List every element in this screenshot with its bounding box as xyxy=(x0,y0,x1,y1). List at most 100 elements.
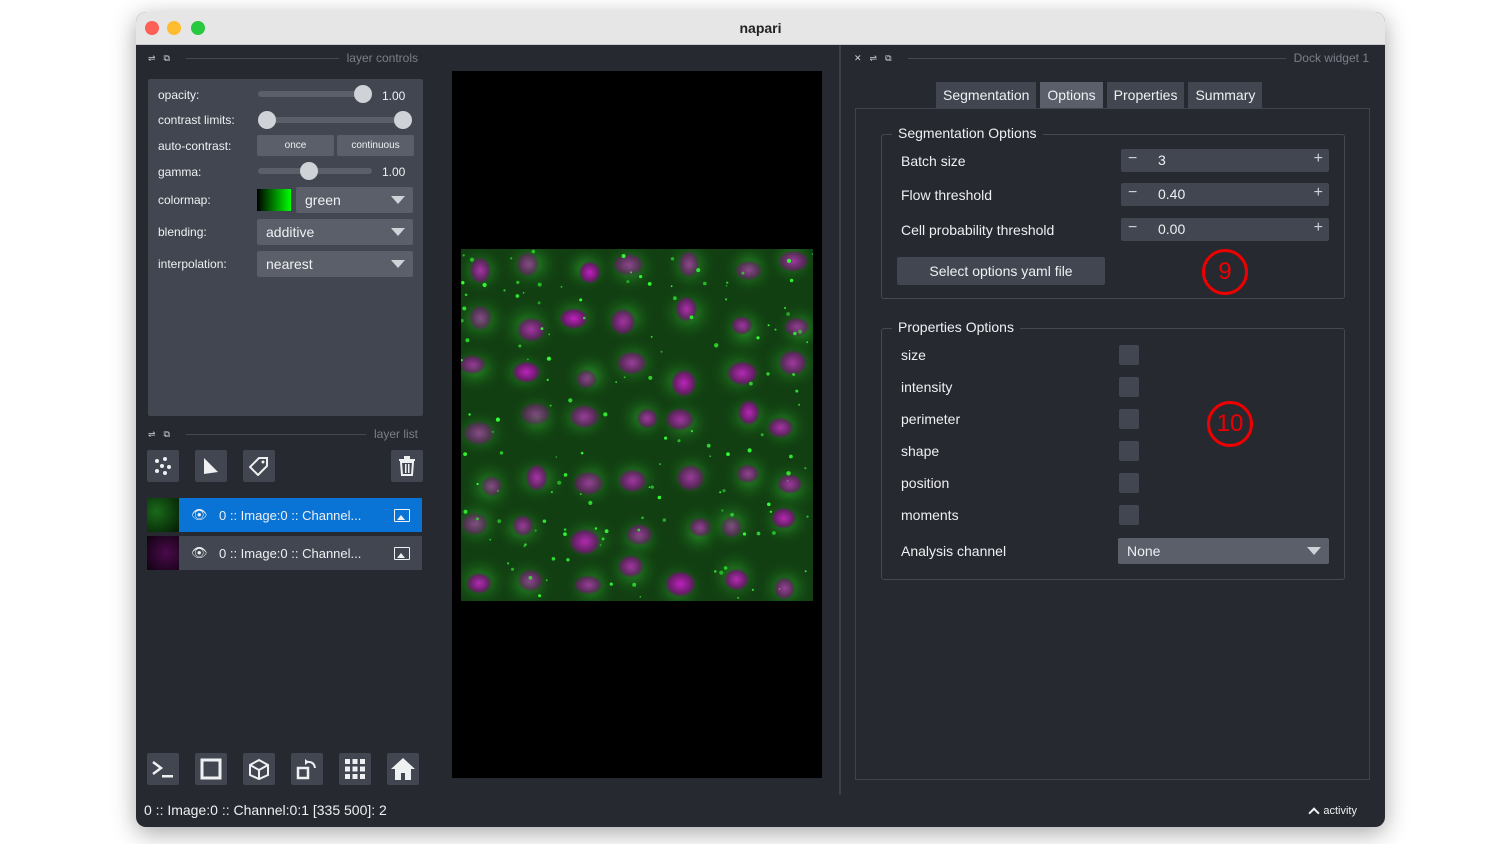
eye-icon[interactable]: 👁 xyxy=(191,545,209,561)
cell-probability-spinbox[interactable]: − 0.00 + xyxy=(1121,218,1329,241)
property-shape-checkbox[interactable] xyxy=(1119,441,1139,461)
layer-name: 0 :: Image:0 :: Channel... xyxy=(219,545,362,561)
gamma-slider-handle[interactable] xyxy=(300,162,318,180)
flow-threshold-spinbox[interactable]: − 0.40 + xyxy=(1121,183,1329,206)
minus-icon[interactable]: − xyxy=(1128,219,1137,237)
property-size-label: size xyxy=(901,347,926,363)
properties-options-title: Properties Options xyxy=(892,319,1020,335)
tab-options[interactable]: Options xyxy=(1040,82,1103,108)
contrast-min-handle[interactable] xyxy=(258,111,276,129)
flow-threshold-value: 0.40 xyxy=(1158,186,1186,202)
layer-list-title: layer list xyxy=(373,427,418,441)
analysis-channel-select[interactable]: None xyxy=(1118,538,1329,564)
close-icon[interactable]: ✕ xyxy=(854,53,862,64)
interpolation-select[interactable]: nearest xyxy=(257,251,413,277)
layer-name: 0 :: Image:0 :: Channel... xyxy=(219,507,362,523)
plus-icon[interactable]: + xyxy=(1314,219,1323,237)
grid-view-button[interactable] xyxy=(339,753,371,785)
activity-label: activity xyxy=(1323,804,1357,817)
batch-size-value: 3 xyxy=(1158,152,1166,168)
toggle-ndisplay-button[interactable] xyxy=(195,753,227,785)
analysis-channel-label: Analysis channel xyxy=(901,543,1007,559)
chevron-down-icon xyxy=(1307,547,1321,555)
interpolation-label: interpolation: xyxy=(158,257,227,271)
cell-probability-label: Cell probability threshold xyxy=(901,222,1055,238)
layer-item-0[interactable]: 👁 0 :: Image:0 :: Channel... xyxy=(147,498,422,532)
float-icon[interactable]: ⇌ xyxy=(148,53,156,64)
property-moments-checkbox[interactable] xyxy=(1119,505,1139,525)
tab-summary[interactable]: Summary xyxy=(1188,82,1263,108)
tab-properties[interactable]: Properties xyxy=(1106,82,1185,108)
float-icon[interactable]: ⇌ xyxy=(870,53,878,64)
tab-bar: Segmentation Options Properties Summary xyxy=(936,82,1263,108)
layer-thumbnail xyxy=(147,536,179,570)
transpose-dimensions-button[interactable] xyxy=(291,753,323,785)
float-icon[interactable]: ⇌ xyxy=(148,429,156,440)
contrast-max-handle[interactable] xyxy=(394,111,412,129)
colormap-select[interactable]: green xyxy=(296,187,413,213)
delete-layer-button[interactable] xyxy=(391,450,423,482)
console-button[interactable] xyxy=(147,753,179,785)
roll-dimensions-button[interactable] xyxy=(243,753,275,785)
layer-thumbnail xyxy=(147,498,179,532)
contrast-limits-slider[interactable] xyxy=(258,117,408,123)
reset-view-button[interactable] xyxy=(387,753,419,785)
properties-options-group: Properties Options size intensity perime… xyxy=(881,319,1345,580)
status-bar-text: 0 :: Image:0 :: Channel:0:1 [335 500]: 2 xyxy=(144,802,387,818)
chevron-down-icon xyxy=(391,196,405,204)
segmentation-options-group: Segmentation Options Batch size − 3 + Fl… xyxy=(881,125,1345,299)
opacity-slider-handle[interactable] xyxy=(354,85,372,103)
title-bar: napari xyxy=(136,12,1385,45)
opacity-label: opacity: xyxy=(158,88,200,102)
layer-item-1[interactable]: 👁 0 :: Image:0 :: Channel... xyxy=(147,536,422,570)
minus-icon[interactable]: − xyxy=(1128,150,1137,168)
new-shapes-layer-button[interactable] xyxy=(195,450,227,482)
new-labels-layer-button[interactable] xyxy=(243,450,275,482)
square-icon xyxy=(200,758,222,780)
activity-button[interactable]: activity xyxy=(1308,804,1357,819)
property-size-checkbox[interactable] xyxy=(1119,345,1139,365)
property-moments-label: moments xyxy=(901,507,959,523)
blending-label: blending: xyxy=(158,225,207,239)
image-canvas[interactable] xyxy=(452,71,822,778)
segmentation-options-title: Segmentation Options xyxy=(892,125,1043,141)
property-position-label: position xyxy=(901,475,950,491)
opacity-value: 1.00 xyxy=(382,89,406,103)
plus-icon[interactable]: + xyxy=(1314,184,1323,202)
contrast-limits-label: contrast limits: xyxy=(158,113,235,127)
blending-select[interactable]: additive xyxy=(257,219,413,245)
tag-icon xyxy=(249,457,268,476)
property-shape-label: shape xyxy=(901,443,940,459)
points-icon xyxy=(155,457,171,475)
layer-controls-header: ⇌ ⧉ layer controls xyxy=(148,50,418,66)
dock-splitter[interactable] xyxy=(839,45,841,795)
microscopy-render xyxy=(461,249,813,601)
layer-list-header: ⇌ ⧉ layer list xyxy=(148,426,418,442)
new-points-layer-button[interactable] xyxy=(147,450,179,482)
eye-icon[interactable]: 👁 xyxy=(191,507,209,523)
flow-threshold-label: Flow threshold xyxy=(901,187,993,203)
auto-contrast-continuous-button[interactable]: continuous xyxy=(337,135,414,156)
cube-icon xyxy=(249,758,269,781)
property-intensity-checkbox[interactable] xyxy=(1119,377,1139,397)
plus-icon[interactable]: + xyxy=(1314,150,1323,168)
undock-icon[interactable]: ⧉ xyxy=(164,429,170,440)
auto-contrast-label: auto-contrast: xyxy=(158,139,232,153)
chevron-up-icon xyxy=(1308,807,1321,819)
tab-segmentation[interactable]: Segmentation xyxy=(936,82,1037,108)
minus-icon[interactable]: − xyxy=(1128,184,1137,202)
console-icon xyxy=(152,761,173,778)
auto-contrast-once-button[interactable]: once xyxy=(257,135,334,156)
cell-probability-value: 0.00 xyxy=(1158,221,1186,237)
property-perimeter-checkbox[interactable] xyxy=(1119,409,1139,429)
property-position-checkbox[interactable] xyxy=(1119,473,1139,493)
undock-icon[interactable]: ⧉ xyxy=(164,53,170,64)
chevron-down-icon xyxy=(391,260,405,268)
select-yaml-button[interactable]: Select options yaml file xyxy=(897,257,1105,285)
gamma-value: 1.00 xyxy=(382,165,406,179)
undock-icon[interactable]: ⧉ xyxy=(885,53,891,64)
colormap-label: colormap: xyxy=(158,193,211,207)
microscopy-image[interactable] xyxy=(461,249,813,601)
options-tab-pane: Segmentation Options Batch size − 3 + Fl… xyxy=(855,108,1370,780)
batch-size-spinbox[interactable]: − 3 + xyxy=(1121,149,1329,172)
